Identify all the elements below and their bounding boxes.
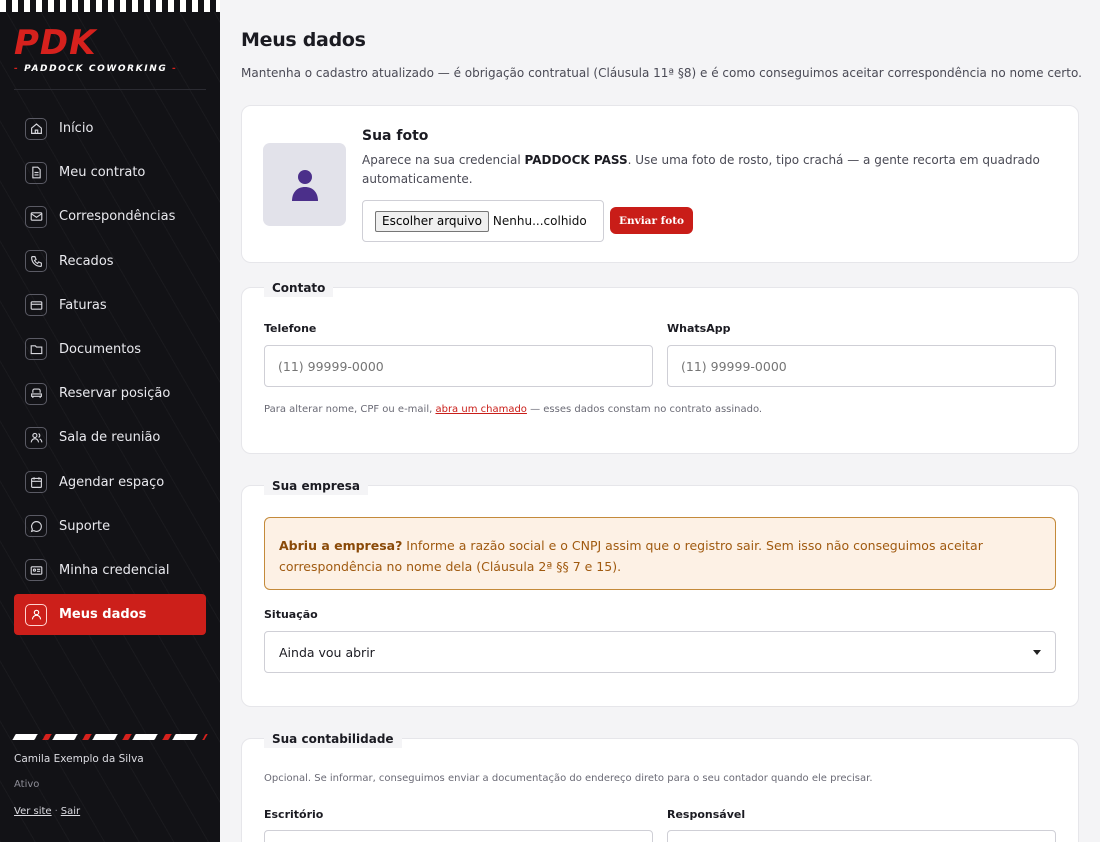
page-title: Meus dados (241, 29, 366, 51)
users-icon (25, 426, 47, 449)
sidebar-item-label: Suporte (59, 518, 111, 534)
sidebar-item-label: Sala de reunião (59, 430, 161, 446)
contabilidade-hint: Opcional. Se informar, conseguimos envia… (264, 773, 873, 784)
racing-stripe (12, 734, 208, 740)
sidebar-item-label: Início (59, 121, 94, 136)
brand-logo[interactable]: PDK (14, 26, 97, 60)
photo-title: Sua foto (362, 128, 429, 144)
alert-title: Abriu a empresa? (279, 538, 403, 553)
situacao-value: Ainda vou abrir (279, 644, 375, 660)
responsavel-label: Responsável (667, 808, 746, 821)
user-name: Camila Exemplo da Silva (14, 753, 144, 765)
whatsapp-input[interactable] (667, 345, 1056, 387)
credit-card-icon (25, 294, 47, 317)
tagline-dash-right: - (172, 64, 178, 74)
sidebar-item-agendar-espaco[interactable]: Agendar espaço (14, 462, 206, 503)
sidebar-item-inicio[interactable]: Início (14, 108, 206, 149)
view-site-link[interactable]: Ver site (14, 806, 52, 817)
contato-legend: Contato (264, 279, 334, 297)
send-photo-button[interactable]: Enviar foto (610, 207, 693, 234)
sidebar: PDK - PADDOCK COWORKING - Início Meu con… (0, 0, 220, 842)
photo-desc-prefix: Aparece na sua credencial (362, 153, 525, 167)
sidebar-item-suporte[interactable]: Suporte (14, 506, 206, 547)
avatar-placeholder (263, 143, 346, 226)
contabilidade-section: Sua contabilidade Opcional. Se informar,… (241, 730, 1079, 842)
sidebar-footer-links: Ver site · Sair (14, 806, 80, 817)
contato-hint: Para alterar nome, CPF ou e-mail, abra u… (264, 404, 762, 415)
phone-input[interactable] (264, 345, 653, 387)
hint-suffix: — esses dados constam no contrato assina… (526, 404, 763, 415)
brand-tagline: - PADDOCK COWORKING - (14, 64, 194, 74)
sidebar-item-documentos[interactable]: Documentos (14, 329, 206, 370)
user-status: Ativo (14, 779, 40, 790)
sidebar-item-reservar-posicao[interactable]: Reservar posição (14, 373, 206, 414)
armchair-icon (25, 382, 47, 405)
sidebar-item-label: Correspondências (59, 209, 176, 225)
photo-card: Sua foto Aparece na sua credencial PADDO… (241, 105, 1079, 263)
contato-section: Contato Telefone WhatsApp Para alterar n… (241, 279, 1079, 454)
calendar-icon (25, 471, 47, 493)
photo-desc-brand: PADDOCK PASS (524, 153, 628, 167)
avatar-icon (291, 169, 318, 201)
sidebar-item-label: Agendar espaço (59, 474, 165, 490)
page-description: Mantenha o cadastro atualizado — é obrig… (241, 66, 1082, 80)
choose-file-button[interactable]: Escolher arquivo (375, 210, 489, 232)
folder-icon (25, 338, 47, 361)
file-input[interactable]: Escolher arquivo Nenhu...colhido (362, 200, 604, 242)
sidebar-nav: Início Meu contrato Correspondências Rec… (14, 108, 206, 638)
sidebar-item-recados[interactable]: Recados (14, 241, 206, 282)
chevron-down-icon (1033, 649, 1041, 655)
escritorio-input[interactable] (264, 830, 653, 842)
responsavel-input[interactable] (667, 830, 1056, 842)
situacao-select[interactable]: Ainda vou abrir (264, 631, 1056, 673)
sidebar-item-label: Faturas (59, 297, 107, 313)
sidebar-item-meu-contrato[interactable]: Meu contrato (14, 152, 206, 193)
sidebar-item-label: Recados (59, 253, 114, 269)
sidebar-item-correspondencias[interactable]: Correspondências (14, 196, 206, 237)
sidebar-item-faturas[interactable]: Faturas (14, 285, 206, 326)
hint-prefix: Para alterar nome, CPF ou e-mail, (264, 404, 436, 415)
file-name-text: Nenhu...colhido (492, 214, 587, 228)
home-icon (25, 117, 47, 140)
contabilidade-legend: Sua contabilidade (264, 730, 402, 748)
tagline-dash-left: - (14, 64, 20, 74)
company-alert: Abriu a empresa? Informe a razão social … (264, 517, 1056, 590)
whatsapp-label: WhatsApp (667, 322, 731, 335)
sidebar-item-label: Minha credencial (59, 562, 170, 578)
open-ticket-link[interactable]: abra um chamado (435, 404, 526, 415)
sidebar-item-label: Reservar posição (59, 386, 171, 402)
checkered-flag-stripe (0, 0, 220, 12)
document-icon (25, 161, 47, 184)
logout-link[interactable]: Sair (61, 806, 80, 817)
photo-description: Aparece na sua credencial PADDOCK PASS. … (362, 151, 1042, 189)
tagline-text: PADDOCK COWORKING (24, 64, 168, 74)
sidebar-item-label: Meu contrato (59, 165, 146, 181)
phone-icon (25, 250, 47, 273)
sidebar-item-minha-credencial[interactable]: Minha credencial (14, 550, 206, 591)
empresa-section: Sua empresa Abriu a empresa? Informe a r… (241, 477, 1079, 707)
escritorio-label: Escritório (264, 808, 324, 821)
user-icon (25, 603, 47, 626)
link-separator: · (54, 806, 58, 817)
sidebar-divider (14, 89, 206, 90)
sidebar-item-label: Documentos (59, 341, 142, 357)
sidebar-item-label: Meus dados (59, 607, 147, 623)
id-card-icon (25, 559, 47, 582)
situacao-label: Situação (264, 608, 318, 621)
sidebar-item-meus-dados[interactable]: Meus dados (14, 594, 206, 636)
chat-icon (25, 515, 47, 538)
empresa-legend: Sua empresa (264, 477, 368, 495)
mail-icon (25, 205, 47, 228)
sidebar-item-sala-de-reuniao[interactable]: Sala de reunião (14, 417, 206, 458)
phone-label: Telefone (264, 322, 317, 335)
